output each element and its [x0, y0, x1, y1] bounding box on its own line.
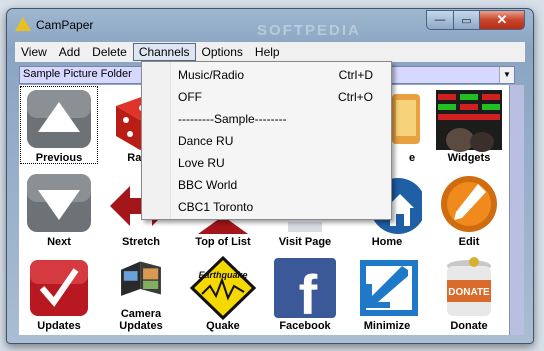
- tile-label: Top of List: [195, 236, 251, 248]
- tile-label: Updates: [37, 320, 81, 332]
- tile-label: Previous: [35, 152, 83, 164]
- tile-minimize[interactable]: Minimize: [347, 253, 427, 333]
- menu-item-label: ---------Sample--------: [178, 112, 287, 126]
- menu-item-sample-separator: ---------Sample--------: [178, 109, 373, 129]
- checkmark-icon: [30, 260, 88, 316]
- folder-select-value: Sample Picture Folder: [23, 68, 132, 80]
- earthquake-sign-icon: Earthquake: [189, 256, 257, 320]
- menu-view[interactable]: View: [15, 43, 53, 61]
- tile-donate[interactable]: DONATE Donate: [429, 253, 509, 333]
- menu-item-label: BBC World: [178, 178, 238, 192]
- tile-label: Edit: [458, 236, 480, 248]
- menu-options[interactable]: Options: [196, 43, 249, 61]
- menu-channels[interactable]: Channels: [132, 43, 196, 61]
- tile-label: Home: [371, 236, 403, 248]
- tile-previous[interactable]: Previous: [19, 85, 99, 165]
- menu-help[interactable]: Help: [249, 43, 286, 61]
- pencil-icon: [441, 176, 497, 232]
- tile-quake[interactable]: Earthquake Quake: [183, 253, 263, 333]
- menu-bar: View Add Delete Channels Options Help: [15, 42, 525, 62]
- minimize-arrow-icon: [360, 260, 418, 316]
- stock-ticker-icon: [436, 90, 502, 152]
- menu-gutter: [142, 62, 171, 219]
- menu-item-music-radio[interactable]: Music/Radio Ctrl+D: [178, 65, 373, 85]
- menu-item-love-ru[interactable]: Love RU: [178, 153, 373, 173]
- menu-item-label: OFF: [178, 90, 202, 104]
- photo-album-icon: [121, 261, 161, 296]
- tile-edit[interactable]: Edit: [429, 169, 509, 249]
- tile-camera-updates[interactable]: Camera Updates: [101, 253, 181, 333]
- tile-updates[interactable]: Updates: [19, 253, 99, 333]
- donate-jar-icon: DONATE: [447, 257, 491, 316]
- maximize-button[interactable]: ▭: [453, 10, 480, 30]
- window-title: CamPaper: [36, 18, 94, 32]
- tile-label: Widgets: [447, 152, 491, 164]
- donate-jar-text: DONATE: [448, 287, 490, 298]
- menu-item-shortcut: Ctrl+O: [337, 90, 373, 104]
- tile-next[interactable]: Next: [19, 169, 99, 249]
- facebook-glyph: f: [299, 263, 318, 320]
- tile-label: Stretch: [122, 236, 160, 248]
- menu-item-label: Music/Radio: [178, 68, 245, 82]
- quake-sign-text: Earthquake: [198, 270, 247, 280]
- tile-label: Camera Updates: [119, 308, 163, 332]
- down-arrow-icon: [27, 174, 91, 232]
- minimize-button[interactable]: —: [426, 10, 454, 30]
- chevron-down-icon[interactable]: ▼: [499, 67, 514, 83]
- menu-item-cbc1-toronto[interactable]: CBC1 Toronto: [178, 197, 373, 217]
- tile-label: Next: [47, 236, 71, 248]
- tile-label: e: [409, 152, 416, 164]
- facebook-icon: f: [274, 258, 336, 320]
- tile-widgets[interactable]: Widgets: [429, 85, 509, 165]
- tile-label: Donate: [450, 320, 488, 332]
- menu-item-label: Love RU: [178, 156, 225, 170]
- tile-label: Visit Page: [278, 236, 332, 248]
- menu-item-off[interactable]: OFF Ctrl+O: [178, 87, 373, 107]
- menu-delete[interactable]: Delete: [86, 43, 133, 61]
- menu-item-bbc-world[interactable]: BBC World: [178, 175, 373, 195]
- menu-item-dance-ru[interactable]: Dance RU: [178, 131, 373, 151]
- vertical-scrollbar[interactable]: [509, 85, 524, 335]
- menu-item-label: CBC1 Toronto: [178, 200, 254, 214]
- tile-label: Quake: [206, 320, 240, 332]
- channels-dropdown-menu: Music/Radio Ctrl+D OFF Ctrl+O ---------S…: [141, 61, 392, 220]
- menu-add[interactable]: Add: [53, 43, 86, 61]
- tile-facebook[interactable]: f Facebook: [265, 253, 345, 333]
- close-button[interactable]: ✕: [479, 10, 525, 30]
- tile-label: Facebook: [279, 320, 331, 332]
- tile-label: Minimize: [363, 320, 411, 332]
- menu-item-shortcut: Ctrl+D: [338, 68, 373, 82]
- title-bar[interactable]: CamPaper — ▭ ✕: [7, 9, 533, 39]
- app-icon: [15, 17, 31, 31]
- menu-item-label: Dance RU: [178, 134, 234, 148]
- up-arrow-icon: [27, 90, 91, 148]
